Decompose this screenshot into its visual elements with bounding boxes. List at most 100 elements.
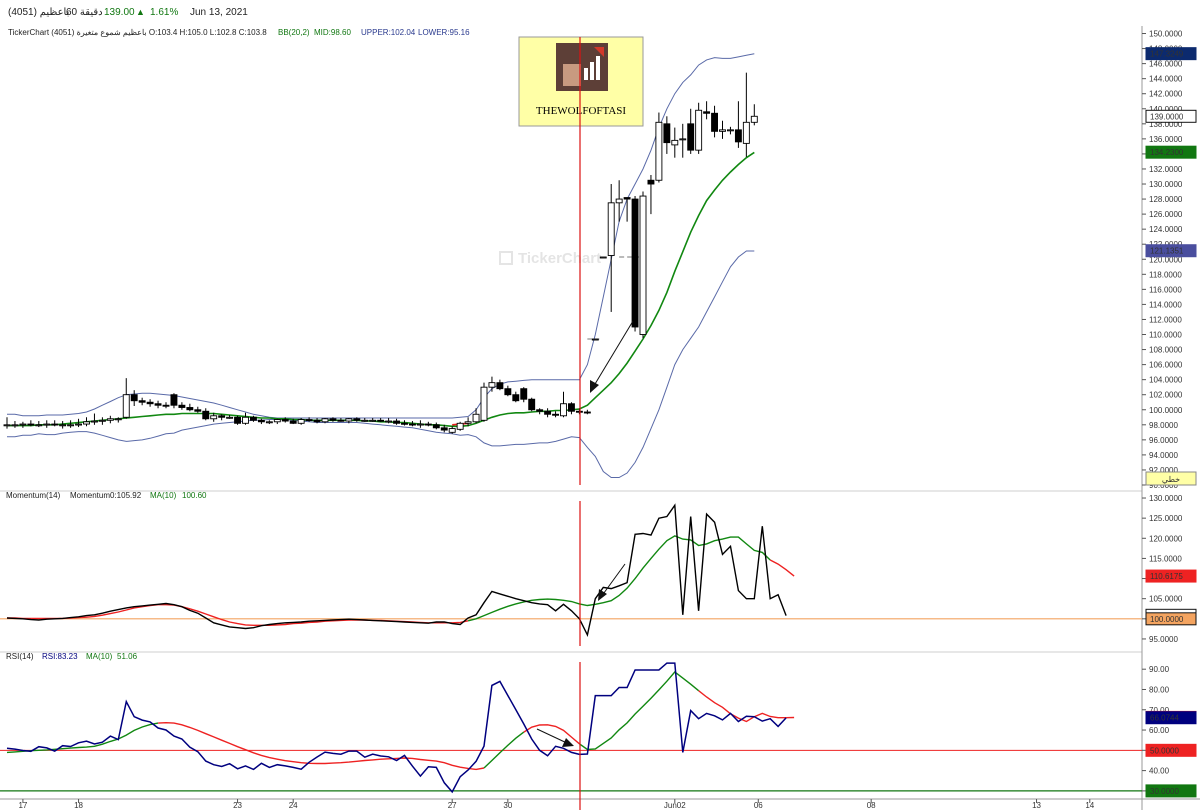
candle-body	[385, 420, 393, 423]
candle-body	[130, 394, 138, 402]
candle-body	[353, 418, 361, 421]
candle-body	[194, 409, 202, 412]
y-tick-label: 94.0000	[1149, 451, 1178, 460]
candle-body	[615, 198, 623, 204]
candle-body	[114, 418, 122, 421]
candle-body	[98, 419, 106, 422]
y-tick-label: 60.00	[1149, 726, 1170, 735]
header-interval: 60 دقيقة	[66, 7, 103, 18]
candle-body	[734, 129, 742, 143]
candle-body	[607, 202, 615, 256]
candle-body	[440, 427, 448, 431]
legend-bb-mid: MID:98.60	[314, 28, 351, 37]
candle-body	[289, 420, 297, 424]
legend-bb-upper: UPPER:102.04	[361, 28, 416, 37]
candle-body	[464, 421, 472, 424]
candle-body	[750, 115, 758, 123]
y-tick-label: 98.0000	[1149, 421, 1178, 430]
scale-badge-label: خطي	[1162, 475, 1180, 484]
up-triangle-icon: ▲	[136, 7, 145, 17]
candle-body	[679, 138, 687, 141]
candle-body	[456, 422, 464, 430]
candle-body	[345, 418, 353, 422]
y-tick-label: 110.0000	[1149, 331, 1182, 340]
candle-body	[416, 423, 424, 426]
rsi-legend-ma-value: 51.06	[117, 652, 138, 661]
momentum-legend-ma-value: 100.60	[182, 491, 207, 500]
candle-body	[512, 394, 520, 402]
y-tick-label: 96.0000	[1149, 436, 1178, 445]
candle-body	[568, 403, 575, 412]
y-tick-label: 100.0000	[1149, 406, 1183, 415]
candle-body	[234, 416, 242, 424]
x-tick-label: 17	[18, 801, 27, 810]
candle-body	[393, 420, 400, 424]
candle-body	[138, 400, 146, 403]
candle-body	[560, 403, 567, 417]
candle-body	[186, 407, 194, 411]
candle-body	[106, 418, 114, 421]
price-badge-label: 100.0000	[1150, 615, 1184, 624]
y-tick-label: 130.0000	[1149, 494, 1183, 503]
header-date: Jun 13, 2021	[190, 7, 248, 18]
price-badge-label: 30.0000	[1150, 787, 1179, 796]
y-tick-label: 90.00	[1149, 665, 1170, 674]
candle-body	[122, 394, 130, 418]
candle-body	[249, 416, 257, 421]
candle-body	[671, 139, 679, 146]
x-tick-label: 08	[867, 801, 876, 810]
candle-body	[337, 419, 345, 422]
price-badge-label: 110.6175	[1150, 572, 1183, 581]
candle-body	[329, 418, 337, 421]
candle-body	[742, 121, 750, 144]
y-tick-label: 125.0000	[1149, 514, 1183, 523]
candle-body	[552, 413, 559, 416]
y-tick-label: 106.0000	[1149, 361, 1183, 370]
candle-body	[504, 388, 512, 396]
candle-body	[409, 423, 416, 426]
candle-body	[480, 386, 488, 421]
header-symbol: باعظيم (4051)	[8, 7, 70, 18]
y-tick-label: 120.0000	[1149, 534, 1183, 543]
candle-body	[687, 123, 695, 151]
header-price: 139.00	[104, 7, 135, 18]
candle-body	[273, 419, 281, 423]
price-badge-label: 134.2300	[1150, 148, 1184, 157]
momentum-legend-ma: MA(10)	[150, 491, 177, 500]
y-tick-label: 130.0000	[1149, 180, 1183, 189]
y-tick-label: 116.0000	[1149, 285, 1182, 294]
symbol-header: Jun 13, 2021 1.61% ▲ 139.00 60 دقيقة باع…	[0, 0, 1200, 27]
candle-body	[75, 423, 83, 426]
y-tick-label: 115.0000	[1149, 554, 1182, 563]
candle-body	[520, 388, 528, 400]
candle-body	[226, 416, 234, 419]
candle-body	[210, 415, 218, 420]
y-tick-label: 124.0000	[1149, 225, 1183, 234]
x-tick-label: 13	[1032, 801, 1041, 810]
x-tick-label: 24	[289, 801, 298, 810]
candle-body	[424, 423, 432, 426]
candle-body	[488, 382, 496, 388]
candle-body	[719, 129, 726, 132]
candle-body	[496, 382, 504, 390]
price-badge-label: 139.0000	[1150, 112, 1184, 121]
y-tick-label: 150.0000	[1149, 30, 1183, 39]
chart-canvas[interactable]: TickerChart THEWOLFOFTASI 90.000092.0000…	[0, 26, 1200, 810]
price-panel-title: TickerChart باعظيم شموع متغيرة (4051) O:…	[8, 28, 267, 37]
price-badge-label: 50.0000	[1150, 746, 1179, 755]
thewolfoftasi-logo: THEWOLFOFTASI	[518, 36, 644, 127]
candle-body	[639, 195, 647, 335]
y-tick-label: 102.0000	[1149, 391, 1183, 400]
candle-body	[51, 423, 59, 426]
candle-body	[599, 256, 607, 259]
candle-body	[448, 428, 456, 433]
x-tick-label: Jun02	[664, 801, 686, 810]
candle-body	[19, 423, 27, 426]
candle-body	[67, 424, 75, 427]
legend-bb-lower: LOWER:95.16	[418, 28, 470, 37]
candle-body	[170, 394, 178, 406]
candle-body	[146, 401, 154, 405]
y-tick-label: 142.0000	[1149, 90, 1183, 99]
candle-body	[655, 121, 663, 181]
rsi-title: RSI(14)	[6, 652, 34, 661]
